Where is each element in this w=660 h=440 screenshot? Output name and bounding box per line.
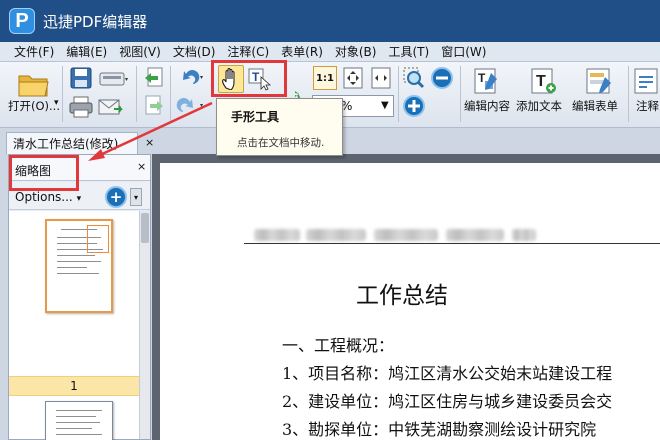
annotation-arrow [88,101,213,161]
arrow-head [88,149,105,161]
arrow-line [99,101,213,157]
